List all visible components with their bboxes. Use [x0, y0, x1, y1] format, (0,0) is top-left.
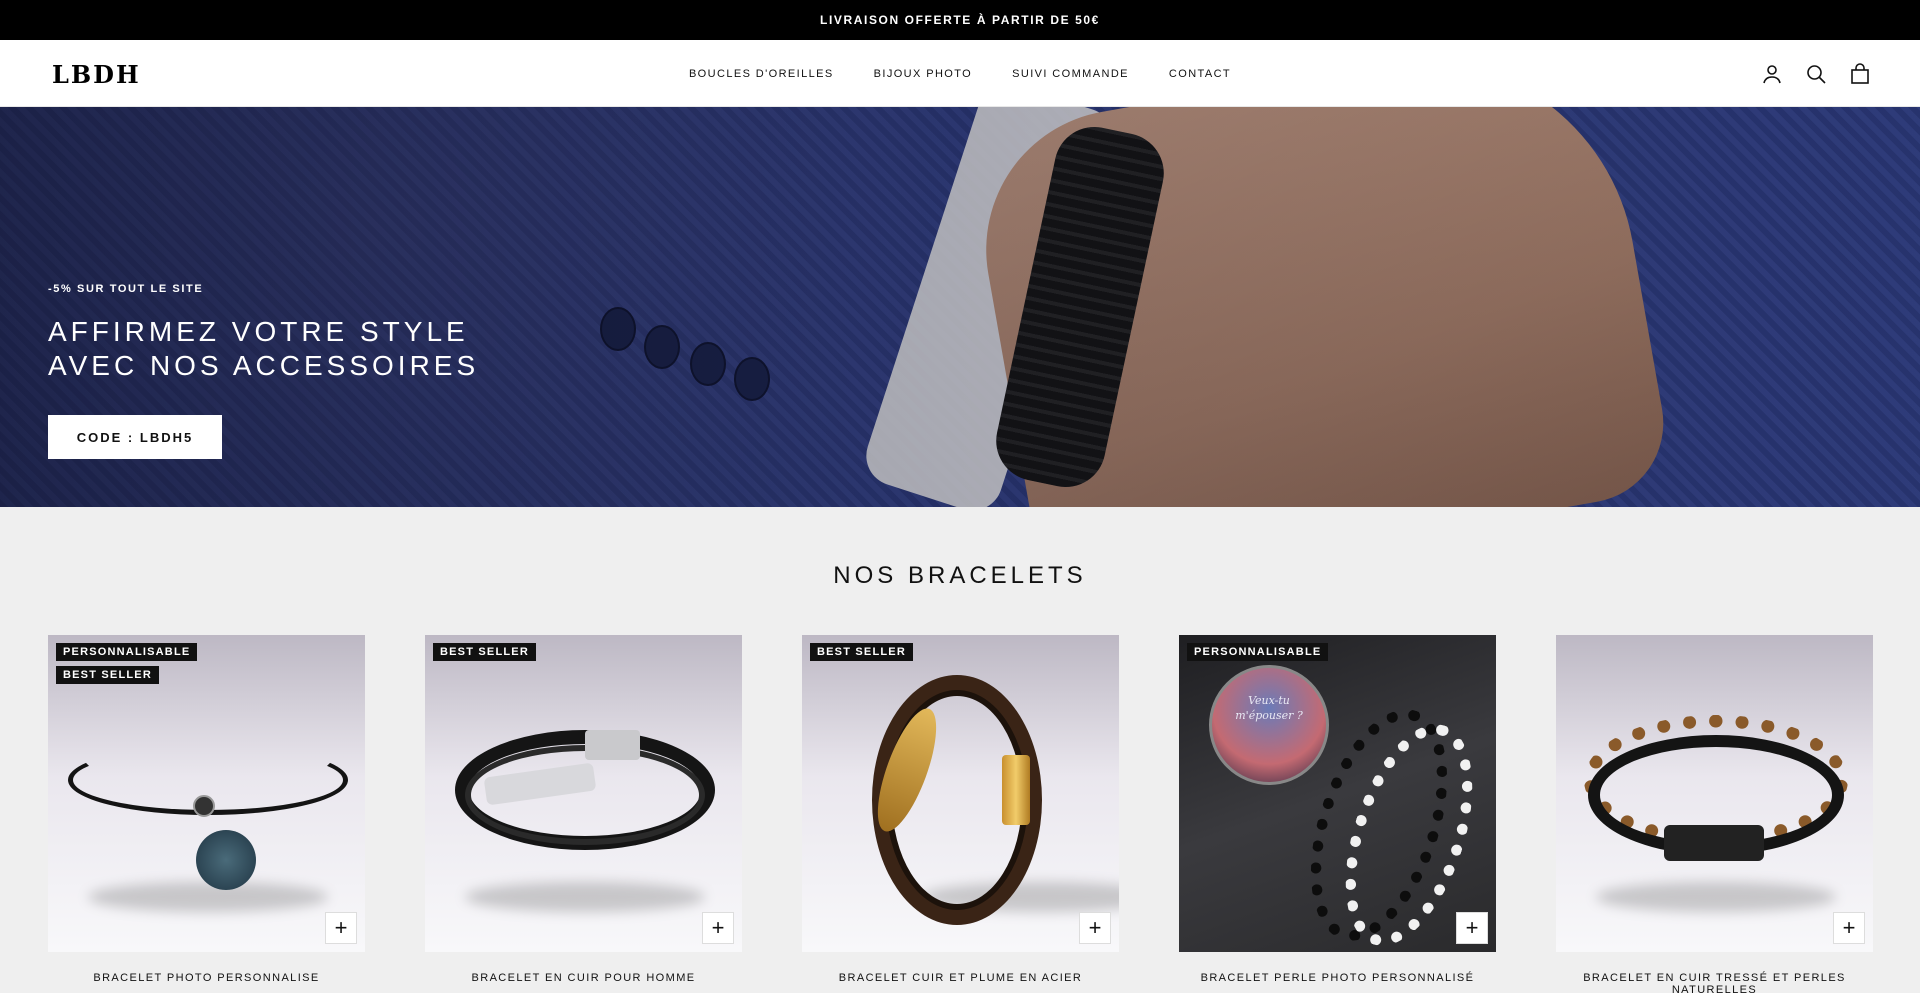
product-grid: PERSONNALISABLE BEST SELLER + BRACELET P… — [48, 635, 1873, 993]
product-card[interactable]: Veux-tu m'épouser ? PERSONNALISABLE + BR… — [1179, 635, 1496, 993]
badge-personnalisable: PERSONNALISABLE — [56, 643, 198, 661]
product-image[interactable]: Veux-tu m'épouser ? PERSONNALISABLE + — [1179, 635, 1496, 952]
search-icon[interactable] — [1804, 62, 1828, 86]
nav-item-boucles[interactable]: BOUCLES D'OREILLES — [689, 68, 834, 80]
product-name[interactable]: BRACELET EN CUIR POUR HOMME — [425, 972, 742, 984]
product-name[interactable]: BRACELET CUIR ET PLUME EN ACIER — [802, 972, 1119, 984]
hero-title-line1: AFFIRMEZ VOTRE STYLE — [48, 316, 469, 347]
badge-personnalisable: PERSONNALISABLE — [1187, 643, 1329, 661]
product-name[interactable]: BRACELET EN CUIR TRESSÉ ET PERLES NATURE… — [1556, 972, 1873, 993]
promo-code-button[interactable]: CODE : LBDH5 — [48, 415, 222, 459]
hero-eyebrow: -5% SUR TOUT LE SITE — [48, 283, 204, 295]
site-header: LBDH BOUCLES D'OREILLES BIJOUX PHOTO SUI… — [0, 40, 1920, 107]
badge-group: BEST SELLER — [433, 643, 536, 661]
product-image[interactable]: PERSONNALISABLE BEST SELLER + — [48, 635, 365, 952]
nav-item-bijoux-photo[interactable]: BIJOUX PHOTO — [874, 68, 973, 80]
add-to-cart-button[interactable]: + — [702, 912, 734, 944]
section-title: NOS BRACELETS — [833, 562, 1087, 589]
cart-icon[interactable] — [1848, 62, 1872, 86]
add-to-cart-button[interactable]: + — [1079, 912, 1111, 944]
badge-group: BEST SELLER — [810, 643, 913, 661]
nav-item-suivi-commande[interactable]: SUIVI COMMANDE — [1012, 68, 1129, 80]
badge-best-seller: BEST SELLER — [433, 643, 536, 661]
product-name[interactable]: BRACELET PHOTO PERSONNALISE — [48, 972, 365, 984]
add-to-cart-button[interactable]: + — [1833, 912, 1865, 944]
header-icons — [1760, 40, 1872, 107]
add-to-cart-button[interactable]: + — [1456, 912, 1488, 944]
product-image[interactable]: BEST SELLER + — [425, 635, 742, 952]
account-icon[interactable] — [1760, 62, 1784, 86]
product-card[interactable]: + BRACELET EN CUIR TRESSÉ ET PERLES NATU… — [1556, 635, 1873, 993]
badge-group: PERSONNALISABLE — [1187, 643, 1329, 661]
badge-best-seller: BEST SELLER — [56, 666, 159, 684]
nav-item-contact[interactable]: CONTACT — [1169, 68, 1231, 80]
product-image[interactable]: BEST SELLER + — [802, 635, 1119, 952]
product-name[interactable]: BRACELET PERLE PHOTO PERSONNALISÉ — [1179, 972, 1496, 984]
hero-title: AFFIRMEZ VOTRE STYLE AVEC NOS ACCESSOIRE… — [48, 315, 528, 383]
main-nav: BOUCLES D'OREILLES BIJOUX PHOTO SUIVI CO… — [0, 40, 1920, 107]
image-overlay-text: Veux-tu m'épouser ? — [1235, 694, 1303, 722]
product-image[interactable]: + — [1556, 635, 1873, 952]
badge-best-seller: BEST SELLER — [810, 643, 913, 661]
product-card[interactable]: PERSONNALISABLE BEST SELLER + BRACELET P… — [48, 635, 365, 993]
badge-group: PERSONNALISABLE BEST SELLER — [56, 643, 198, 684]
hero-content: -5% SUR TOUT LE SITE AFFIRMEZ VOTRE STYL… — [48, 283, 528, 383]
announcement-bar: LIVRAISON OFFERTE À PARTIR DE 50€ — [0, 0, 1920, 40]
add-to-cart-button[interactable]: + — [325, 912, 357, 944]
product-card[interactable]: BEST SELLER + BRACELET CUIR ET PLUME EN … — [802, 635, 1119, 993]
product-card[interactable]: BEST SELLER + BRACELET EN CUIR POUR HOMM… — [425, 635, 742, 993]
announcement-text: LIVRAISON OFFERTE À PARTIR DE 50€ — [820, 13, 1100, 27]
hero-title-line2: AVEC NOS ACCESSOIRES — [48, 350, 480, 381]
